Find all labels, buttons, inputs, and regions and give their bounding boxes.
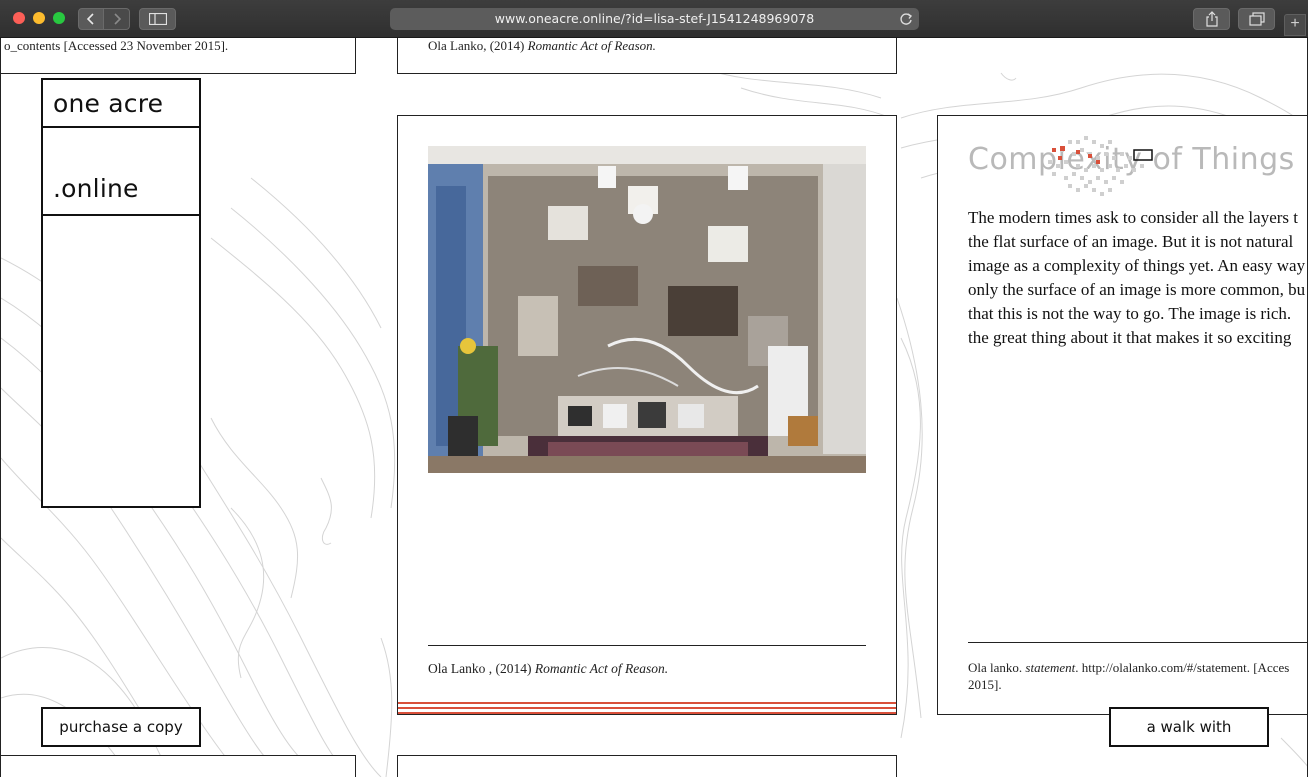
essay-card[interactable]: Complexity of Things The modern times as… bbox=[937, 115, 1307, 715]
artwork-photo[interactable] bbox=[428, 146, 866, 473]
web-page: o_contents [Accessed 23 November 2015]. … bbox=[0, 38, 1308, 777]
show-tabs-button[interactable] bbox=[1238, 8, 1275, 30]
essay-reference: Ola lanko. statement. http://olalanko.co… bbox=[968, 659, 1307, 693]
ref-url: . http://olalanko.com/#/statement. [Acce… bbox=[1075, 660, 1290, 675]
url-text: www.oneacre.online/?id=lisa-stef-J154124… bbox=[494, 11, 815, 26]
reference-card-top-left: o_contents [Accessed 23 November 2015]. bbox=[1, 38, 356, 74]
new-tab-button[interactable]: + bbox=[1284, 14, 1306, 36]
reference-card-top-center: Ola Lanko, (2014) Romantic Act of Reason… bbox=[397, 38, 897, 74]
logo-text-online: .online bbox=[53, 174, 139, 203]
reference-text: o_contents [Accessed 23 November 2015]. bbox=[4, 38, 229, 53]
history-nav bbox=[78, 8, 130, 30]
citation-title: Romantic Act of Reason. bbox=[527, 38, 656, 53]
site-logo[interactable]: one acre .online bbox=[41, 78, 201, 508]
share-button[interactable] bbox=[1193, 8, 1230, 30]
accent-stripes bbox=[398, 702, 896, 714]
pixel-glitch-graphic bbox=[1048, 136, 1153, 196]
caption-author: Ola Lanko , (2014) bbox=[428, 661, 535, 676]
accent-stripe bbox=[398, 707, 896, 709]
reference-divider bbox=[968, 642, 1307, 643]
essay-body: The modern times ask to consider all the… bbox=[968, 208, 1306, 347]
reference-citation: Ola Lanko, (2014) Romantic Act of Reason… bbox=[428, 38, 656, 54]
accent-stripe bbox=[398, 702, 896, 704]
sidebar-icon bbox=[148, 13, 167, 25]
share-icon bbox=[1205, 11, 1218, 27]
minimize-window-button[interactable] bbox=[33, 12, 45, 24]
caption-divider bbox=[428, 645, 866, 646]
chevron-left-icon bbox=[86, 13, 94, 25]
logo-line-2: .online bbox=[43, 128, 199, 216]
purchase-copy-button[interactable]: purchase a copy bbox=[41, 707, 201, 747]
caption-title: Romantic Act of Reason. bbox=[534, 661, 669, 676]
address-bar[interactable]: www.oneacre.online/?id=lisa-stef-J154124… bbox=[390, 8, 919, 30]
forward-button[interactable] bbox=[104, 8, 130, 30]
next-card-center[interactable] bbox=[397, 755, 897, 777]
citation-author: Ola Lanko, (2014) bbox=[428, 38, 528, 53]
chevron-right-icon bbox=[113, 13, 121, 25]
zoom-window-button[interactable] bbox=[53, 12, 65, 24]
close-window-button[interactable] bbox=[13, 12, 25, 24]
artwork-card[interactable]: Ola Lanko , (2014) Romantic Act of Reaso… bbox=[397, 115, 897, 715]
back-button[interactable] bbox=[78, 8, 104, 30]
logo-text-one-acre: one acre bbox=[53, 89, 164, 118]
ref-author: Ola lanko. bbox=[968, 660, 1026, 675]
artwork-caption: Ola Lanko , (2014) Romantic Act of Reaso… bbox=[428, 661, 668, 677]
installation-photo-image bbox=[428, 146, 866, 473]
walk-with-button[interactable]: a walk with bbox=[1109, 707, 1269, 747]
next-card-left[interactable] bbox=[1, 755, 356, 777]
tabs-overview-icon bbox=[1248, 12, 1265, 26]
sidebar-toggle-button[interactable] bbox=[139, 8, 176, 30]
reload-icon[interactable] bbox=[899, 12, 913, 26]
ref-year: 2015]. bbox=[968, 677, 1002, 692]
logo-line-1: one acre bbox=[43, 80, 199, 128]
browser-toolbar: www.oneacre.online/?id=lisa-stef-J154124… bbox=[0, 0, 1308, 38]
accent-stripe bbox=[398, 712, 896, 714]
ref-title: statement bbox=[1025, 660, 1076, 675]
